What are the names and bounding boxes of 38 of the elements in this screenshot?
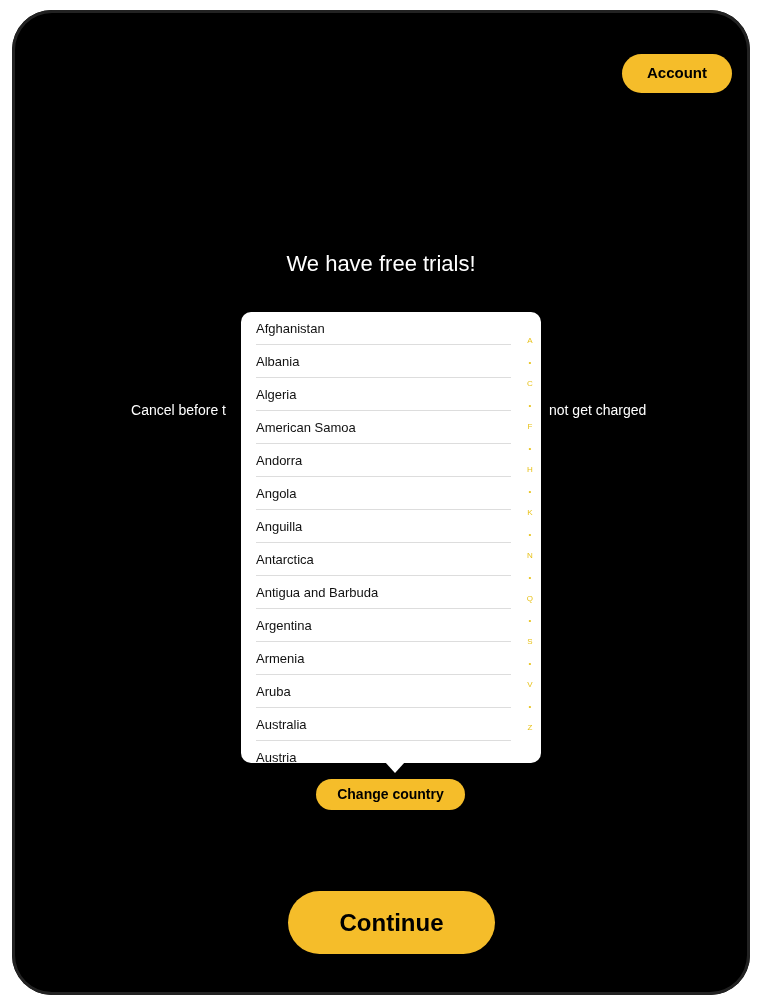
index-letter[interactable]: K	[527, 502, 533, 524]
account-button[interactable]: Account	[622, 54, 732, 93]
index-letter[interactable]: •	[528, 394, 532, 416]
country-item[interactable]: Algeria	[256, 378, 511, 411]
country-item[interactable]: Argentina	[256, 609, 511, 642]
country-item[interactable]: Afghanistan	[256, 312, 511, 345]
subtitle-text: not get charged	[549, 401, 648, 420]
country-item[interactable]: Andorra	[256, 444, 511, 477]
index-letter[interactable]: •	[528, 609, 532, 631]
country-item[interactable]: Armenia	[256, 642, 511, 675]
country-item[interactable]: Antigua and Barbuda	[256, 576, 511, 609]
index-letter[interactable]: Q	[526, 588, 533, 610]
index-letter[interactable]: •	[528, 566, 532, 588]
index-letter[interactable]: •	[528, 351, 532, 373]
continue-button[interactable]: Continue	[288, 891, 495, 954]
index-letter[interactable]: •	[528, 695, 532, 717]
index-letter[interactable]: •	[528, 652, 532, 674]
index-letter[interactable]: S	[527, 631, 533, 653]
index-letter[interactable]: N	[527, 545, 533, 567]
country-item[interactable]: American Samoa	[256, 411, 511, 444]
country-item[interactable]: Aruba	[256, 675, 511, 708]
index-letter[interactable]: C	[527, 373, 533, 395]
index-letter[interactable]: Z	[527, 717, 533, 739]
subtitle-text: Cancel before t	[130, 401, 226, 420]
country-item[interactable]: Anguilla	[256, 510, 511, 543]
change-country-button[interactable]: Change country	[316, 779, 465, 810]
title: We have free trials!	[285, 250, 477, 278]
country-item[interactable]: Angola	[256, 477, 511, 510]
index-letter[interactable]: •	[528, 480, 532, 502]
index-letter[interactable]: A	[527, 330, 533, 352]
index-letter[interactable]: V	[527, 674, 533, 696]
country-item[interactable]: Australia	[256, 708, 511, 741]
country-item[interactable]: Antarctica	[256, 543, 511, 576]
country-item[interactable]: Albania	[256, 345, 511, 378]
index-letter[interactable]: •	[528, 437, 532, 459]
index-letter[interactable]: H	[527, 459, 533, 481]
index-letter[interactable]: •	[528, 523, 532, 545]
index-letter[interactable]: F	[527, 416, 533, 438]
